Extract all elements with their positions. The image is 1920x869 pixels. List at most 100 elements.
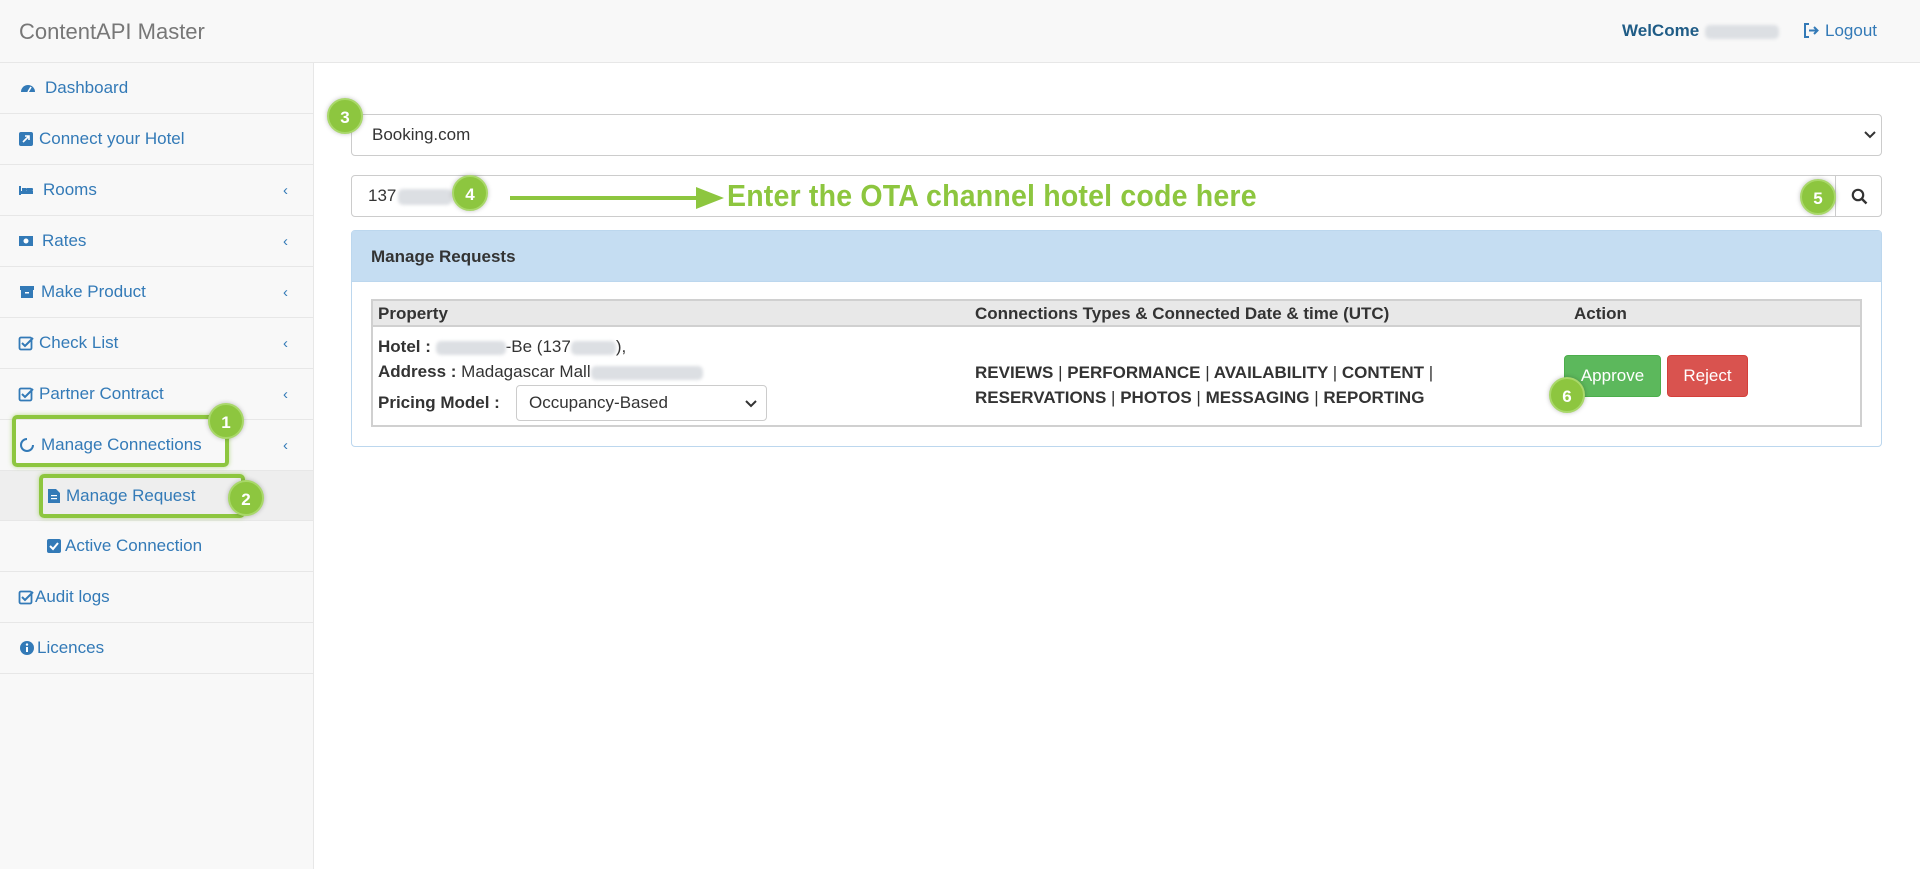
hotel-code-value: 137 bbox=[368, 186, 397, 205]
sidebar-item-make-product[interactable]: Make Product ‹ bbox=[0, 267, 313, 318]
manage-requests-panel: Manage Requests Property Connections Typ… bbox=[351, 230, 1882, 447]
sidebar-item-dashboard[interactable]: Dashboard bbox=[0, 63, 313, 114]
separator: | bbox=[1332, 363, 1338, 382]
sidebar-item-rates[interactable]: Rates ‹ bbox=[0, 216, 313, 267]
sidebar-item-licences[interactable]: Licences bbox=[0, 623, 313, 674]
panel-title: Manage Requests bbox=[371, 247, 516, 266]
highlight-manage-request bbox=[39, 474, 245, 518]
hotel-label: Hotel : bbox=[378, 337, 431, 356]
annotation-badge-6: 6 bbox=[1549, 377, 1585, 413]
money-icon bbox=[19, 236, 33, 246]
blurred-hotel-code bbox=[398, 188, 453, 205]
sidebar-item-rooms[interactable]: Rooms ‹ bbox=[0, 165, 313, 216]
chevron-left-icon: ‹ bbox=[283, 335, 288, 352]
sign-out-icon bbox=[1804, 23, 1819, 38]
search-icon bbox=[1851, 188, 1868, 205]
logout-label: Logout bbox=[1825, 21, 1877, 40]
sidebar-item-active-connection[interactable]: Active Connection bbox=[0, 521, 313, 572]
sidebar-item-label: Make Product bbox=[41, 282, 146, 301]
sidebar-item-partner-contract[interactable]: Partner Contract ‹ bbox=[0, 369, 313, 420]
annotation-badge-1: 1 bbox=[208, 403, 244, 439]
welcome-label: WelCome bbox=[1622, 21, 1700, 40]
annotation-badge-3: 3 bbox=[327, 98, 363, 134]
connection-types-line-1: REVIEWS | PERFORMANCE | AVAILABILITY | C… bbox=[975, 360, 1475, 385]
connection-type: MESSAGING bbox=[1205, 388, 1310, 407]
separator: | bbox=[1058, 363, 1063, 382]
column-header-connections: Connections Types & Connected Date & tim… bbox=[975, 304, 1390, 323]
connection-type: REVIEWS bbox=[975, 363, 1054, 382]
sidebar-item-label: Rooms bbox=[43, 180, 97, 199]
connection-type: REPORTING bbox=[1323, 388, 1425, 407]
sidebar-item-label: Dashboard bbox=[45, 78, 129, 97]
check-square-icon bbox=[18, 590, 34, 605]
connection-type: CONTENT bbox=[1341, 363, 1425, 382]
annotation-badge-4: 4 bbox=[452, 175, 488, 211]
chevron-left-icon: ‹ bbox=[283, 182, 288, 199]
sidebar-item-label: Audit logs bbox=[35, 587, 110, 606]
pricing-model-selected: Occupancy-Based bbox=[529, 393, 668, 412]
connection-types: REVIEWS | PERFORMANCE | AVAILABILITY | C… bbox=[975, 360, 1475, 410]
sidebar-item-label: Check List bbox=[39, 333, 119, 352]
address-value: Madagascar Mall bbox=[461, 362, 591, 381]
separator: | bbox=[1196, 388, 1201, 407]
annotation-badge-5: 5 bbox=[1800, 179, 1836, 215]
sidebar-item-connect-hotel[interactable]: Connect your Hotel bbox=[0, 114, 313, 165]
separator: | bbox=[1205, 363, 1210, 382]
chevron-left-icon: ‹ bbox=[283, 284, 288, 301]
sidebar-item-audit-logs[interactable]: Audit logs bbox=[0, 572, 313, 623]
sidebar-item-label: Partner Contract bbox=[39, 384, 164, 403]
blurred-address bbox=[590, 365, 703, 380]
hotel-name-cell: Hotel : -Be (137), bbox=[378, 337, 626, 357]
chevron-left-icon: ‹ bbox=[283, 386, 288, 403]
blurred-hotel-id bbox=[570, 340, 616, 355]
sidebar-item-label: Rates bbox=[42, 231, 87, 250]
separator: | bbox=[1111, 388, 1116, 407]
hotel-name-suffix: -Be (137 bbox=[505, 337, 571, 356]
app-brand[interactable]: ContentAPI Master bbox=[19, 19, 205, 45]
sidebar-item-label: Active Connection bbox=[65, 536, 203, 555]
panel-header: Manage Requests bbox=[352, 231, 1881, 282]
welcome-text: WelCome bbox=[1622, 21, 1780, 41]
blurred-hotel-name bbox=[435, 340, 506, 355]
dashboard-icon bbox=[21, 85, 35, 93]
logout-link[interactable]: Logout bbox=[1803, 21, 1877, 41]
check-square-icon bbox=[18, 336, 34, 351]
annotation-badge-2: 2 bbox=[228, 480, 264, 516]
info-circle-icon bbox=[20, 641, 34, 655]
connection-type: RESERVATIONS bbox=[975, 388, 1107, 407]
archive-icon bbox=[20, 286, 34, 298]
connection-type: PERFORMANCE bbox=[1067, 363, 1201, 382]
connection-types-line-2: RESERVATIONS | PHOTOS | MESSAGING | REPO… bbox=[975, 385, 1475, 410]
top-navbar: ContentAPI Master WelCome Logout bbox=[0, 0, 1920, 63]
reject-button[interactable]: Reject bbox=[1667, 355, 1748, 397]
address-cell: Address : Madagascar Mall bbox=[378, 362, 703, 382]
bed-icon bbox=[19, 186, 33, 195]
address-label: Address : bbox=[378, 362, 457, 381]
sidebar-item-label: Licences bbox=[37, 638, 105, 657]
hotel-name-end: ), bbox=[615, 337, 627, 356]
search-button[interactable] bbox=[1835, 175, 1882, 217]
chevron-down-icon bbox=[745, 400, 757, 408]
column-header-action: Action bbox=[1574, 304, 1627, 323]
chevron-left-icon: ‹ bbox=[283, 233, 288, 250]
checkbox-icon bbox=[47, 539, 61, 553]
sidebar-item-check-list[interactable]: Check List ‹ bbox=[0, 318, 313, 369]
highlight-manage-connections bbox=[12, 415, 229, 467]
column-header-property: Property bbox=[378, 304, 448, 323]
connection-type: AVAILABILITY bbox=[1213, 363, 1328, 382]
pricing-model-select[interactable]: Occupancy-Based bbox=[516, 385, 767, 421]
separator: | bbox=[1314, 388, 1319, 407]
table-header: Property Connections Types & Connected D… bbox=[373, 301, 1860, 327]
annotation-arrow bbox=[510, 187, 724, 209]
separator: | bbox=[1428, 363, 1434, 382]
ota-channel-select[interactable]: Booking.com bbox=[351, 114, 1882, 156]
chevron-left-icon: ‹ bbox=[283, 437, 288, 454]
external-link-icon bbox=[19, 132, 33, 146]
pricing-model-label-cell: Pricing Model : bbox=[378, 393, 500, 413]
chevron-down-icon bbox=[1864, 131, 1876, 139]
blurred-username bbox=[1705, 24, 1780, 39]
ota-channel-selected: Booking.com bbox=[372, 125, 471, 144]
check-square-icon bbox=[18, 387, 34, 402]
pricing-model-label: Pricing Model : bbox=[378, 393, 500, 412]
sidebar-item-label: Connect your Hotel bbox=[39, 129, 185, 148]
